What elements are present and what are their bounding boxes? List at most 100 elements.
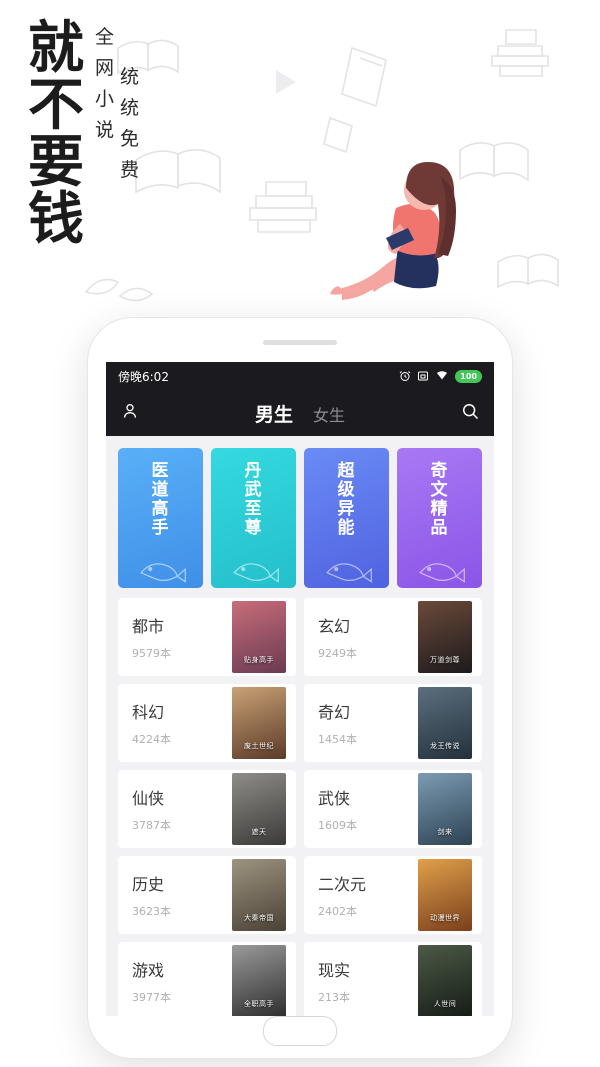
category-thumbnail: 龙王传说 bbox=[418, 687, 472, 759]
category-count: 4224本 bbox=[132, 733, 171, 746]
promo-sub1-char-2: 网 bbox=[95, 57, 115, 79]
promo-char-1: 就 bbox=[28, 16, 85, 81]
category-card-qihuan[interactable]: 奇幻 1454本 龙王传说 bbox=[304, 684, 482, 762]
category-name: 仙侠 bbox=[132, 789, 165, 808]
category-card-lishi[interactable]: 历史 3623本 大秦帝国 bbox=[118, 856, 296, 934]
category-count: 9249本 bbox=[318, 647, 357, 660]
banner-4-char-4: 品 bbox=[430, 518, 449, 539]
category-info: 武侠 1609本 bbox=[318, 785, 357, 833]
thumbnail-title: 动漫世界 bbox=[430, 914, 460, 922]
category-info: 都市 9579本 bbox=[132, 613, 171, 661]
category-card-wuxia[interactable]: 武侠 1609本 剑来 bbox=[304, 770, 482, 848]
top-nav-bar: 男生 女生 bbox=[106, 390, 494, 436]
category-thumbnail: 动漫世界 bbox=[418, 859, 472, 931]
thumbnail-title: 全职高手 bbox=[244, 1000, 274, 1008]
thumbnail-title: 大秦帝国 bbox=[244, 914, 274, 922]
thumbnail-title: 万道剑尊 bbox=[430, 656, 460, 664]
promo-sub2-char-4: 费 bbox=[120, 159, 140, 181]
promo-subtext-col-2: 统 统 免 费 bbox=[120, 68, 139, 180]
reading-girl-illustration bbox=[330, 162, 456, 300]
banner-1-char-4: 手 bbox=[151, 518, 170, 539]
category-card-xuanhuan[interactable]: 玄幻 9249本 万道剑尊 bbox=[304, 598, 482, 676]
banner-3-char-2: 级 bbox=[337, 480, 356, 501]
tab-female[interactable]: 女生 bbox=[313, 402, 345, 426]
category-count: 3787本 bbox=[132, 819, 171, 832]
category-name: 奇幻 bbox=[318, 703, 351, 722]
banner-4-char-2: 文 bbox=[430, 480, 449, 501]
banner-3-char-4: 能 bbox=[337, 518, 356, 539]
wifi-icon bbox=[437, 371, 448, 380]
banner-title-3: 超 级 异 能 bbox=[337, 461, 356, 588]
promo-subtext: 统 统 免 费 全 网 小 说 bbox=[95, 28, 139, 180]
gender-tabs: 男生 女生 bbox=[255, 400, 345, 427]
home-button[interactable] bbox=[263, 1016, 337, 1046]
category-card-erciyuan[interactable]: 二次元 2402本 动漫世界 bbox=[304, 856, 482, 934]
banner-2-char-4: 尊 bbox=[244, 518, 263, 539]
promo-sub2-char-1: 统 bbox=[120, 66, 140, 88]
category-info: 现实 213本 bbox=[318, 957, 350, 1005]
category-card-xianxia[interactable]: 仙侠 3787本 遮天 bbox=[118, 770, 296, 848]
battery-badge: 100 bbox=[455, 369, 482, 383]
category-info: 二次元 2402本 bbox=[318, 871, 366, 919]
promo-sub1-char-1: 全 bbox=[95, 26, 115, 48]
person-icon[interactable] bbox=[120, 401, 140, 425]
thumbnail-title: 龙王传说 bbox=[430, 742, 460, 750]
thumbnail-title: 人世间 bbox=[433, 1000, 457, 1008]
search-icon[interactable] bbox=[460, 401, 480, 425]
banner-4-char-1: 奇 bbox=[430, 461, 449, 481]
thumbnail-title: 剑来 bbox=[437, 828, 453, 836]
phone-mockup: 傍晚6:02 100 男生 女生 医 道 高 手 丹 武 至 尊 超 级 异 能… bbox=[88, 318, 512, 1058]
banner-card-2[interactable]: 丹 武 至 尊 bbox=[211, 448, 296, 588]
tab-male[interactable]: 男生 bbox=[255, 400, 293, 427]
banner-2-char-1: 丹 bbox=[244, 461, 263, 481]
category-thumbnail: 废土世纪 bbox=[232, 687, 286, 759]
promo-char-4: 钱 bbox=[28, 186, 85, 252]
category-grid: 都市 9579本 贴身高手 玄幻 9249本 万道剑尊 科幻 4224本 废土世… bbox=[118, 598, 482, 1016]
category-name: 都市 bbox=[132, 617, 165, 636]
banner-card-4[interactable]: 奇 文 精 品 bbox=[397, 448, 482, 588]
promo-headline: 就 不 要 钱 统 统 免 费 全 网 小 说 bbox=[28, 16, 139, 252]
thumbnail-title: 废土世纪 bbox=[244, 742, 274, 750]
promo-sub1-char-4: 说 bbox=[95, 119, 115, 141]
category-name: 二次元 bbox=[318, 875, 367, 894]
banner-3-char-3: 异 bbox=[337, 499, 356, 520]
phone-speaker bbox=[263, 340, 337, 345]
status-icons: 100 bbox=[399, 369, 482, 383]
category-name: 历史 bbox=[132, 875, 165, 894]
category-thumbnail: 贴身高手 bbox=[232, 601, 286, 673]
banner-4-char-3: 精 bbox=[430, 499, 449, 520]
category-card-youxi[interactable]: 游戏 3977本 全职高手 bbox=[118, 942, 296, 1016]
status-time: 傍晚6:02 bbox=[118, 369, 169, 384]
banner-1-char-3: 高 bbox=[151, 499, 170, 520]
promo-main-chars: 就 不 要 钱 bbox=[28, 16, 85, 252]
category-thumbnail: 人世间 bbox=[418, 945, 472, 1016]
category-info: 历史 3623本 bbox=[132, 871, 171, 919]
category-name: 武侠 bbox=[318, 789, 351, 808]
banner-title-4: 奇 文 精 品 bbox=[430, 461, 449, 588]
banner-2-char-3: 至 bbox=[244, 499, 263, 520]
promo-char-2: 不 bbox=[28, 72, 85, 138]
category-name: 游戏 bbox=[132, 961, 165, 980]
category-info: 仙侠 3787本 bbox=[132, 785, 171, 833]
banner-card-3[interactable]: 超 级 异 能 bbox=[304, 448, 389, 588]
category-thumbnail: 万道剑尊 bbox=[418, 601, 472, 673]
category-card-dushi[interactable]: 都市 9579本 贴身高手 bbox=[118, 598, 296, 676]
category-count: 3623本 bbox=[132, 905, 171, 918]
category-card-kehuan[interactable]: 科幻 4224本 废土世纪 bbox=[118, 684, 296, 762]
category-thumbnail: 大秦帝国 bbox=[232, 859, 286, 931]
category-info: 玄幻 9249本 bbox=[318, 613, 357, 661]
banner-card-1[interactable]: 医 道 高 手 bbox=[118, 448, 203, 588]
banner-title-2: 丹 武 至 尊 bbox=[244, 461, 263, 588]
phone-screen: 傍晚6:02 100 男生 女生 医 道 高 手 丹 武 至 尊 超 级 异 能… bbox=[106, 362, 494, 1016]
banner-2-char-2: 武 bbox=[244, 480, 263, 501]
category-count: 1454本 bbox=[318, 733, 357, 746]
category-thumbnail: 全职高手 bbox=[232, 945, 286, 1016]
category-count: 9579本 bbox=[132, 647, 171, 660]
category-info: 游戏 3977本 bbox=[132, 957, 171, 1005]
category-content[interactable]: 医 道 高 手 丹 武 至 尊 超 级 异 能 奇 文 精 品 都市 9579本… bbox=[106, 436, 494, 1016]
promo-sub2-char-3: 免 bbox=[120, 128, 140, 150]
category-card-xianshi[interactable]: 现实 213本 人世间 bbox=[304, 942, 482, 1016]
category-name: 现实 bbox=[318, 961, 351, 980]
category-info: 科幻 4224本 bbox=[132, 699, 171, 747]
category-thumbnail: 剑来 bbox=[418, 773, 472, 845]
